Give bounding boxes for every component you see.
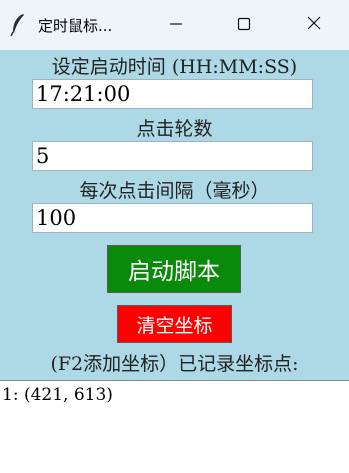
close-button[interactable] [290, 0, 338, 50]
maximize-button[interactable] [220, 0, 268, 50]
feather-icon [10, 13, 26, 37]
coords-header: (F2添加坐标）已记录坐标点: [50, 353, 299, 375]
list-item[interactable]: 1: (421, 613) [0, 381, 349, 405]
interval-label: 每次点击间隔（毫秒） [79, 180, 270, 202]
interval-input[interactable] [32, 203, 313, 233]
close-icon [306, 15, 322, 35]
window-title: 定时鼠标... [38, 17, 113, 35]
rounds-label: 点击轮数 [136, 118, 213, 140]
start-time-input[interactable] [32, 79, 313, 109]
coords-listbox[interactable]: 1: (421, 613) [0, 380, 349, 473]
minimize-button[interactable] [152, 0, 200, 50]
rounds-input[interactable] [32, 141, 313, 171]
title-bar[interactable]: 定时鼠标... [0, 0, 349, 50]
minimize-icon [169, 16, 183, 35]
maximize-icon [237, 16, 251, 35]
clear-coords-button[interactable]: 清空坐标 [117, 305, 232, 343]
start-script-button[interactable]: 启动脚本 [107, 245, 241, 293]
start-time-label: 设定启动时间 (HH:MM:SS) [51, 56, 298, 78]
app-window: 定时鼠标... 设定启动时间 (HH:MM:SS) 点击轮数 每次点击间隔（毫秒… [0, 0, 349, 473]
